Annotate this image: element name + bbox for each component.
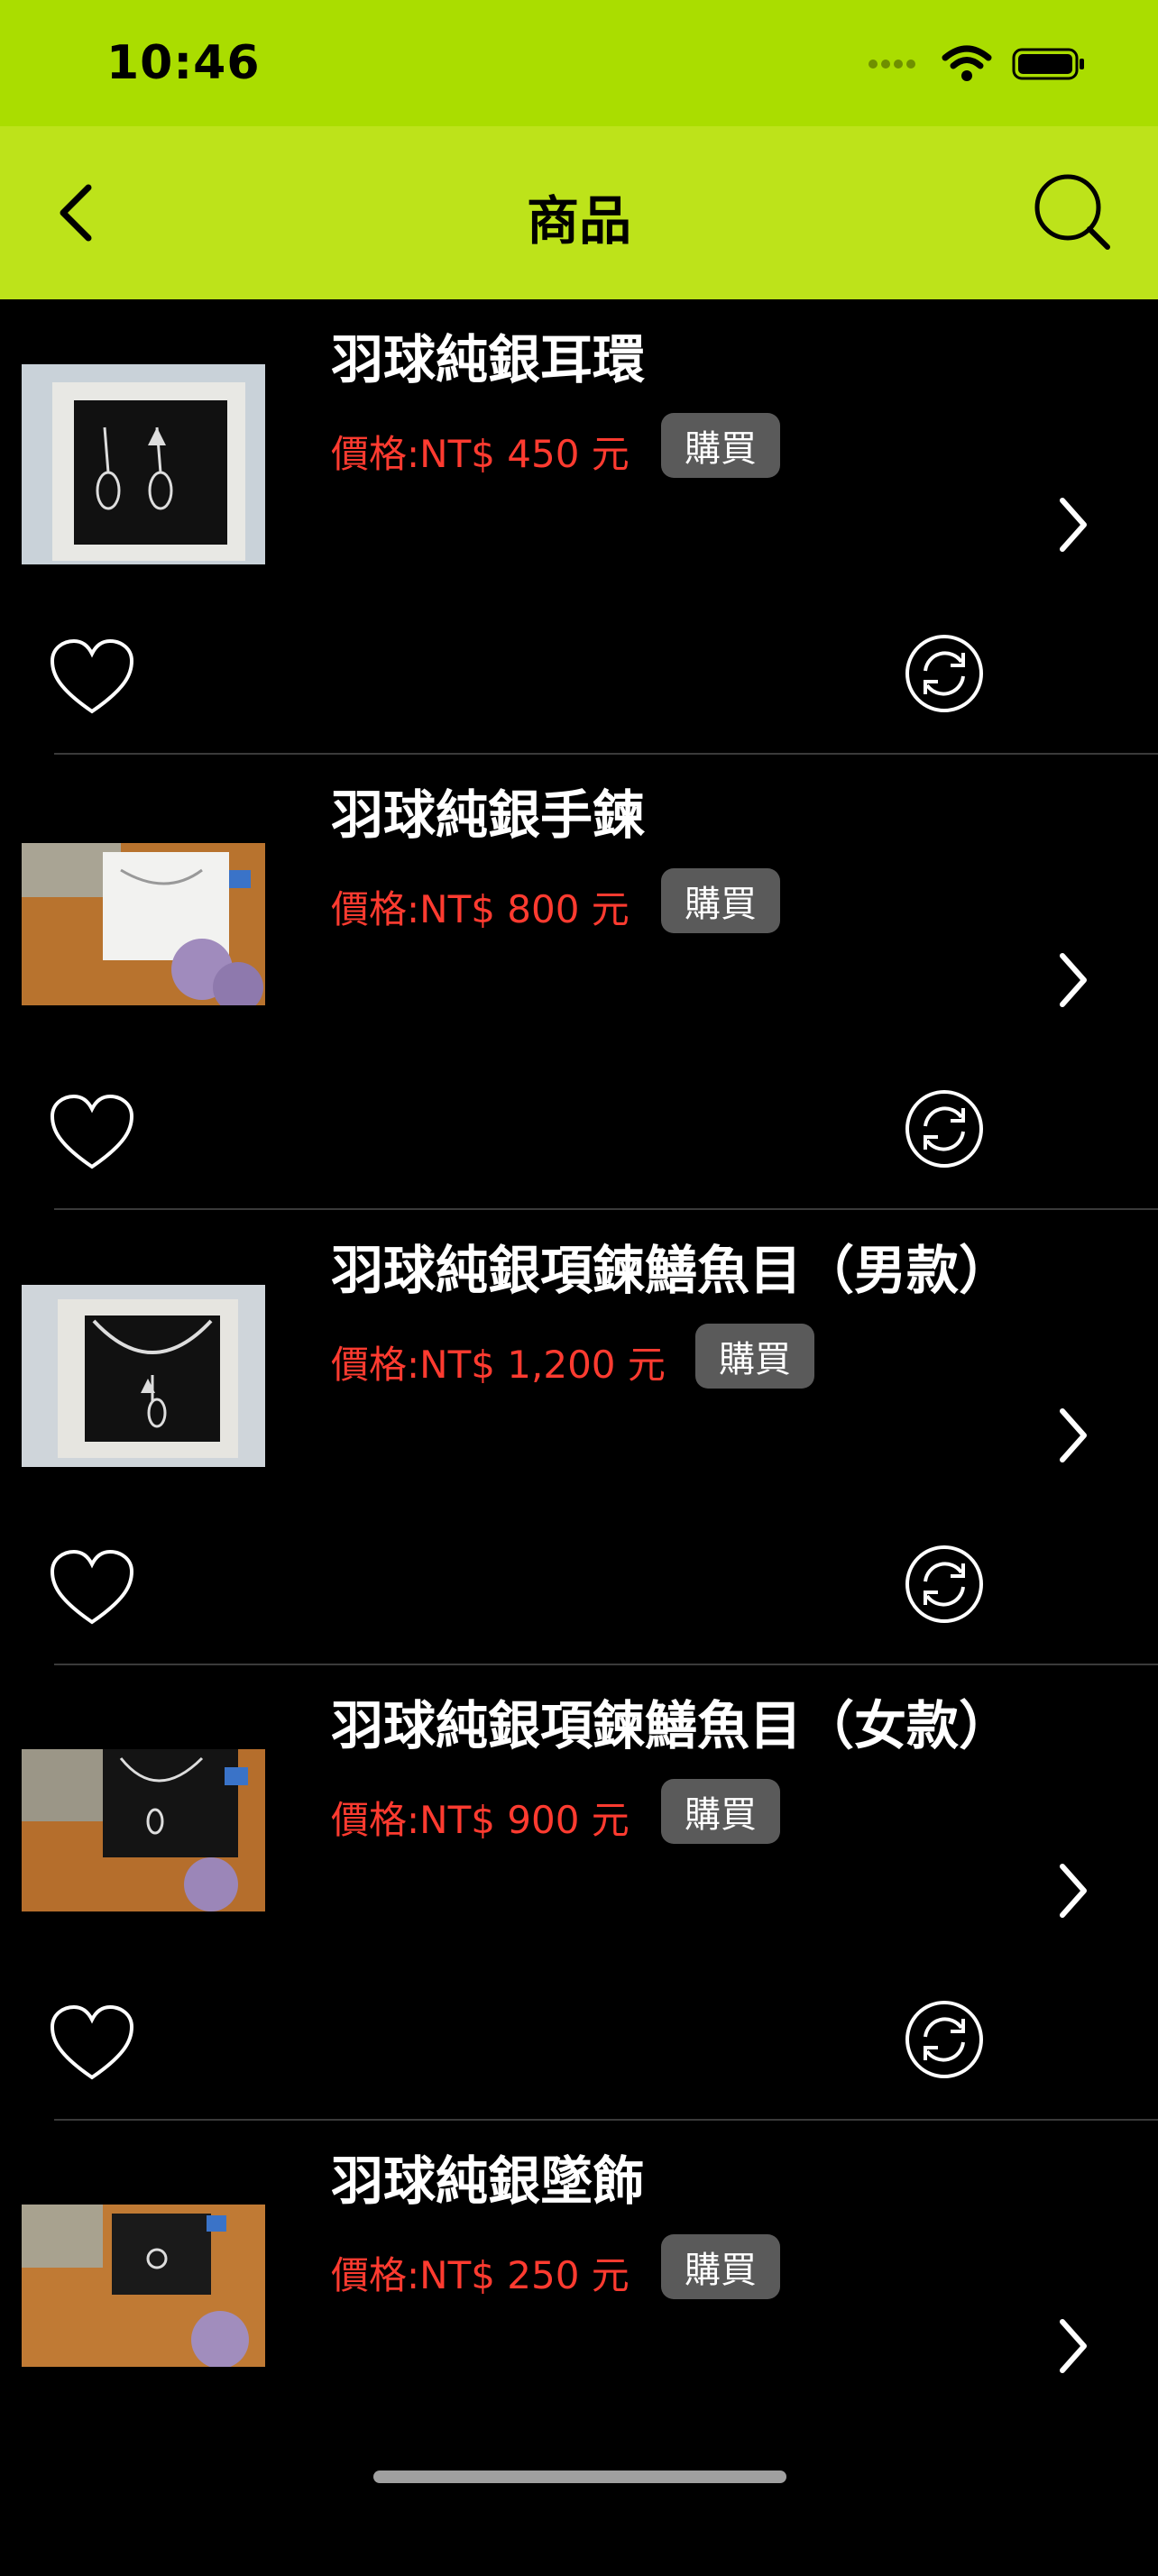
chevron-right-icon[interactable] — [1055, 949, 1091, 1012]
heart-icon[interactable] — [49, 637, 135, 719]
buy-button[interactable]: 購買 — [661, 413, 780, 478]
nav-bar: 商品 — [0, 126, 1158, 299]
status-time: 10:46 — [106, 36, 261, 90]
product-name: 羽球純銀耳環 — [331, 329, 646, 390]
chevron-right-icon[interactable] — [1055, 1859, 1091, 1922]
buy-button[interactable]: 購買 — [661, 1779, 780, 1844]
status-bar: 10:46 — [0, 0, 1158, 126]
product-price: 價格:NT$ 250 元 — [331, 2253, 630, 2297]
buy-button[interactable]: 購買 — [695, 1324, 814, 1389]
refresh-icon[interactable] — [904, 633, 985, 714]
product-price: 價格:NT$ 1,200 元 — [331, 1343, 666, 1387]
product-row[interactable]: 羽球純銀墜飾 價格:NT$ 250 元 購買 — [0, 2121, 1158, 2576]
refresh-icon[interactable] — [904, 1088, 985, 1169]
heart-icon[interactable] — [49, 2003, 135, 2085]
buy-button[interactable]: 購買 — [661, 868, 780, 933]
product-image — [22, 1285, 265, 1467]
chevron-right-icon[interactable] — [1055, 1404, 1091, 1467]
signal-icon — [868, 60, 915, 69]
product-name: 羽球純銀項鍊鱔魚目（男款） — [331, 1240, 1012, 1301]
buy-button[interactable]: 購買 — [661, 2234, 780, 2299]
heart-icon[interactable] — [49, 1093, 135, 1174]
search-icon[interactable] — [1032, 171, 1113, 252]
product-image — [22, 843, 265, 1005]
product-name: 羽球純銀項鍊鱔魚目（女款） — [331, 1695, 1012, 1756]
home-indicator[interactable] — [373, 2471, 786, 2483]
product-name: 羽球純銀墜飾 — [331, 2150, 646, 2212]
product-price: 價格:NT$ 450 元 — [331, 432, 630, 476]
product-image — [22, 1749, 265, 1911]
page-title: 商品 — [526, 190, 631, 252]
product-image — [22, 2205, 265, 2367]
battery-icon — [1012, 48, 1084, 80]
chevron-right-icon[interactable] — [1055, 2315, 1091, 2378]
product-image — [22, 364, 265, 564]
status-icons — [868, 45, 1086, 83]
product-row[interactable]: 羽球純銀項鍊鱔魚目（男款） 價格:NT$ 1,200 元 購買 — [0, 1210, 1158, 1665]
chevron-right-icon[interactable] — [1055, 493, 1091, 556]
product-price: 價格:NT$ 900 元 — [331, 1798, 630, 1842]
refresh-icon[interactable] — [904, 1999, 985, 2080]
refresh-icon[interactable] — [904, 1544, 985, 1625]
wifi-icon — [942, 45, 992, 81]
product-row[interactable]: 羽球純銀耳環 價格:NT$ 450 元 購買 — [0, 299, 1158, 755]
product-price: 價格:NT$ 800 元 — [331, 887, 630, 931]
product-row[interactable]: 羽球純銀項鍊鱔魚目（女款） 價格:NT$ 900 元 購買 — [0, 1665, 1158, 2121]
product-row[interactable]: 羽球純銀手鍊 價格:NT$ 800 元 購買 — [0, 755, 1158, 1210]
product-name: 羽球純銀手鍊 — [331, 784, 646, 846]
heart-icon[interactable] — [49, 1548, 135, 1629]
